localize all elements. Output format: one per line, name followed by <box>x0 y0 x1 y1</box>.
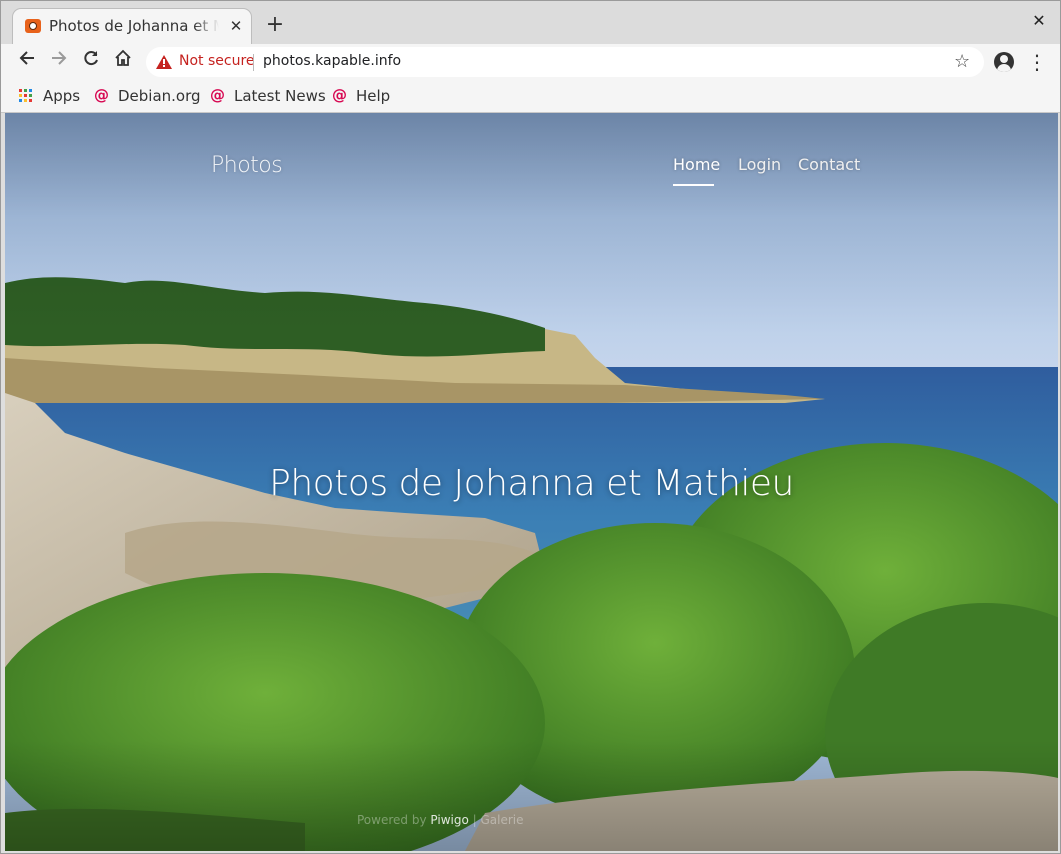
menu-icon[interactable]: ⋮ <box>1027 48 1047 76</box>
browser-window: Photos de Johanna et Mathieu ✕ + ✕ Not s… <box>0 0 1061 854</box>
hero-title: Photos de Johanna et Mathieu <box>269 463 794 504</box>
debian-icon: @ <box>210 86 225 104</box>
browser-toolbar: Not secure photos.kapable.info ☆ ⋮ <box>1 44 1060 80</box>
footer-trailing: | Galerie <box>472 813 524 827</box>
site-brand[interactable]: Photos <box>211 153 283 178</box>
warning-icon <box>156 55 172 69</box>
forward-icon[interactable] <box>45 48 73 76</box>
footer: Powered by Piwigo | Galerie <box>357 813 524 827</box>
bookmark-label: Debian.org <box>118 87 201 105</box>
nav-contact[interactable]: Contact <box>798 155 860 174</box>
separator <box>253 54 254 71</box>
new-tab-button[interactable]: + <box>263 13 287 37</box>
bookmarks-bar: Apps @ Debian.org @ Latest News @ Help <box>1 80 1060 113</box>
profile-icon[interactable] <box>994 52 1014 72</box>
address-bar[interactable]: Not secure photos.kapable.info ☆ <box>146 47 984 77</box>
debian-icon: @ <box>332 86 347 104</box>
back-icon[interactable] <box>13 48 41 76</box>
bookmark-label: Latest News <box>234 87 326 105</box>
bookmark-apps[interactable]: Apps <box>19 85 81 107</box>
home-icon[interactable] <box>109 48 137 76</box>
nav-login[interactable]: Login <box>738 155 781 174</box>
favicon-icon <box>25 19 41 33</box>
tab-strip: Photos de Johanna et Mathieu ✕ + ✕ <box>1 1 1060 44</box>
bookmark-label: Help <box>356 87 391 105</box>
bookmark-debian[interactable]: @ Debian.org <box>94 85 204 107</box>
nav-active-indicator <box>673 184 714 186</box>
tab-close-icon[interactable]: ✕ <box>227 17 245 35</box>
footer-piwigo-link[interactable]: Piwigo <box>430 813 468 827</box>
url-text[interactable]: photos.kapable.info <box>263 53 401 69</box>
footer-powered-by: Powered by <box>357 813 427 827</box>
bookmark-latest-news[interactable]: @ Latest News <box>210 85 326 107</box>
tab-title: Photos de Johanna et Mathieu <box>49 17 219 35</box>
window-close-button[interactable]: ✕ <box>1029 11 1049 31</box>
reload-icon[interactable] <box>77 48 105 76</box>
apps-grid-icon <box>19 89 33 103</box>
debian-icon: @ <box>94 86 109 104</box>
page-content: Photos Home Login Contact Photos de Joha… <box>5 113 1058 851</box>
bookmark-label: Apps <box>43 87 81 105</box>
security-status[interactable]: Not secure <box>179 53 255 69</box>
bookmark-help[interactable]: @ Help <box>332 85 392 107</box>
browser-tab[interactable]: Photos de Johanna et Mathieu ✕ <box>13 9 251 44</box>
star-icon[interactable]: ☆ <box>954 51 970 72</box>
nav-home[interactable]: Home <box>673 155 720 174</box>
